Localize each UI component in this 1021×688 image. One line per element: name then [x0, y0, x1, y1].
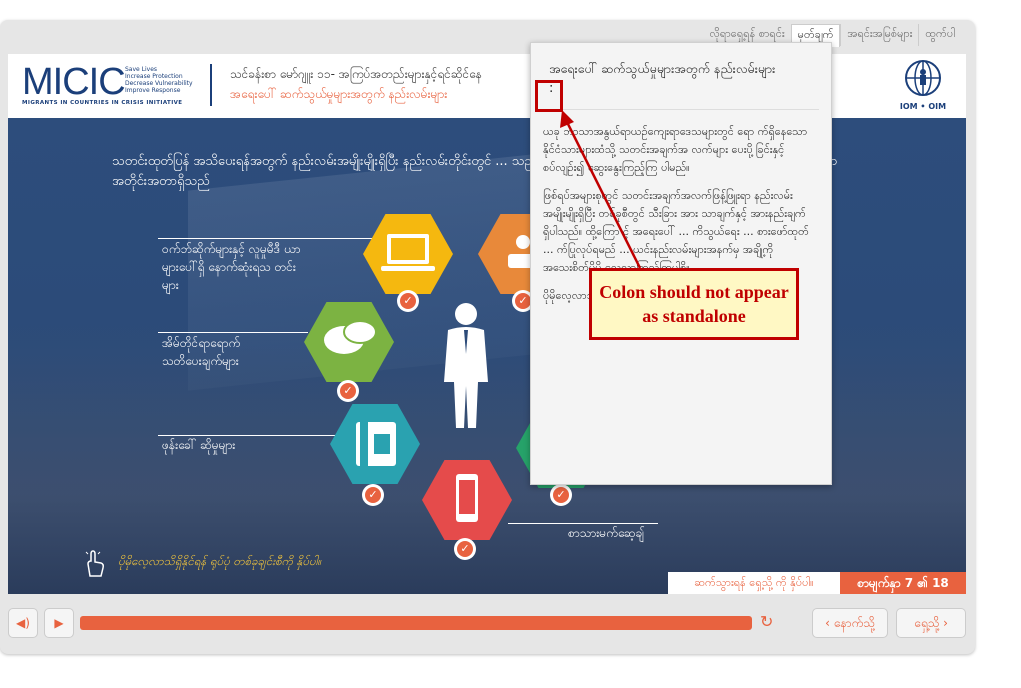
annotation-callout: Colon should not appear as standalone	[589, 268, 799, 340]
annotation-arrow-icon	[560, 110, 642, 269]
